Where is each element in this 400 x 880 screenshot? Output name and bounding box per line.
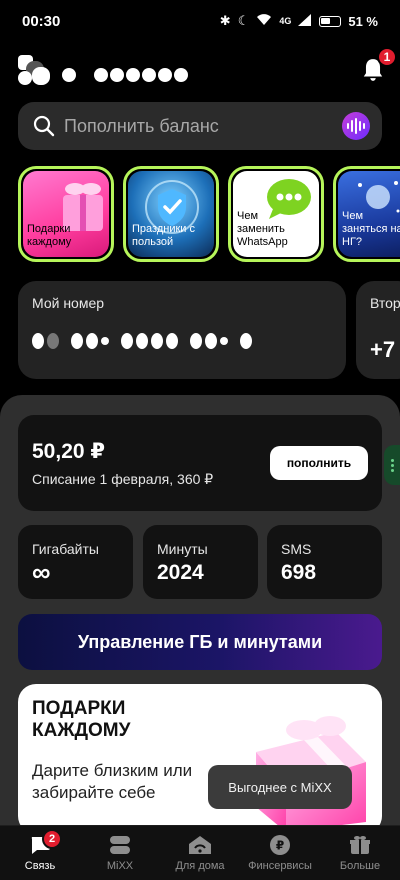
story-label: Чем заменить WhatsApp bbox=[237, 210, 288, 248]
voice-assistant-icon[interactable] bbox=[342, 112, 370, 140]
ruble-icon: ₽ bbox=[267, 834, 293, 856]
network-type: 4G bbox=[279, 16, 292, 26]
masked-username bbox=[62, 68, 188, 82]
charge-info: Списание 1 февраля, 360 ₽ bbox=[32, 471, 214, 487]
story-new-year[interactable]: Чем заняться на НГ? bbox=[333, 166, 400, 262]
tab-label: MiXX bbox=[106, 860, 134, 872]
stat-title: Гигабайты bbox=[32, 541, 99, 557]
next-card-peek[interactable] bbox=[384, 445, 400, 485]
stat-value: ∞ bbox=[32, 557, 51, 587]
signal-icon bbox=[298, 13, 312, 29]
battery-icon bbox=[319, 15, 342, 27]
stories-carousel[interactable]: Подарки каждому Праздники с пользой Чем … bbox=[18, 166, 400, 264]
second-number-card[interactable]: Втор +7 bbox=[356, 281, 400, 379]
balance-card[interactable]: 50,20 ₽ Списание 1 февраля, 360 ₽ пополн… bbox=[18, 415, 382, 511]
story-label: Праздники с пользой bbox=[132, 223, 195, 248]
moon-icon: ☾ bbox=[237, 13, 250, 28]
search-icon bbox=[33, 115, 55, 137]
tab-label: Финсервисы bbox=[248, 860, 312, 872]
second-number-label: Втор bbox=[370, 295, 400, 311]
home-wifi-icon bbox=[187, 834, 213, 856]
account-sheet: 50,20 ₽ Списание 1 февраля, 360 ₽ пополн… bbox=[0, 395, 400, 825]
second-number-value: +7 bbox=[370, 337, 396, 362]
story-gifts[interactable]: Подарки каждому bbox=[18, 166, 114, 262]
stat-gigabytes[interactable]: Гигабайты ∞ bbox=[18, 525, 133, 599]
avatar[interactable] bbox=[18, 55, 50, 87]
search-input[interactable] bbox=[64, 115, 342, 137]
stat-title: Минуты bbox=[157, 541, 208, 557]
promo-title: ПОДАРКИ КАЖДОМУ bbox=[32, 698, 131, 741]
app-header: 1 bbox=[18, 47, 397, 94]
bluetooth-icon: ✱ bbox=[219, 13, 231, 28]
tab-finservices[interactable]: ₽ Финсервисы bbox=[240, 826, 320, 880]
status-bar: 00:30 ✱ ☾ 4G 51 % bbox=[0, 0, 400, 42]
stat-sms[interactable]: SMS 698 bbox=[267, 525, 382, 599]
my-number-card[interactable]: Мой номер bbox=[18, 281, 346, 379]
stat-minutes[interactable]: Минуты 2024 bbox=[143, 525, 258, 599]
notifications-button[interactable]: 1 bbox=[360, 47, 397, 85]
masked-phone-number bbox=[32, 333, 252, 349]
topup-button[interactable]: пополнить bbox=[270, 446, 368, 480]
tab-label: Для дома bbox=[175, 860, 225, 872]
manage-gb-minutes-button[interactable]: Управление ГБ и минутами bbox=[18, 614, 382, 670]
tab-svyaz[interactable]: 2 Связь bbox=[0, 826, 80, 880]
story-label: Чем заняться на НГ? bbox=[342, 210, 400, 248]
status-time: 00:30 bbox=[22, 12, 61, 30]
tab-mixx[interactable]: MiXX bbox=[80, 826, 160, 880]
tab-label: Больше bbox=[339, 860, 381, 872]
gift-icon bbox=[347, 834, 373, 856]
wifi-icon bbox=[256, 13, 272, 29]
stat-value: 698 bbox=[281, 561, 317, 584]
tab-badge: 2 bbox=[42, 829, 62, 849]
stat-title: SMS bbox=[281, 541, 312, 557]
bottom-tab-bar: 2 Связь MiXX Для дома ₽ Финсервисы Больш… bbox=[0, 825, 400, 880]
mixx-icon bbox=[107, 834, 133, 856]
tab-more[interactable]: Больше bbox=[320, 826, 400, 880]
tab-home[interactable]: Для дома bbox=[160, 826, 240, 880]
status-icons: ✱ ☾ 4G 51 % bbox=[220, 13, 378, 29]
story-holidays[interactable]: Праздники с пользой bbox=[123, 166, 219, 262]
balance-amount: 50,20 ₽ bbox=[32, 440, 105, 463]
story-whatsapp[interactable]: Чем заменить WhatsApp bbox=[228, 166, 324, 262]
svg-text:₽: ₽ bbox=[276, 839, 284, 853]
notification-badge: 1 bbox=[377, 47, 397, 67]
mixx-tooltip[interactable]: Выгоднее с MiXX bbox=[208, 765, 352, 809]
battery-percent: 51 % bbox=[348, 13, 378, 29]
search-bar[interactable] bbox=[18, 102, 382, 150]
promo-description: Дарите близким или забирайте себе bbox=[32, 761, 193, 802]
story-label: Подарки каждому bbox=[27, 223, 72, 248]
tab-label: Связь bbox=[24, 860, 56, 872]
my-number-label: Мой номер bbox=[32, 295, 105, 311]
stat-value: 2024 bbox=[157, 561, 204, 584]
